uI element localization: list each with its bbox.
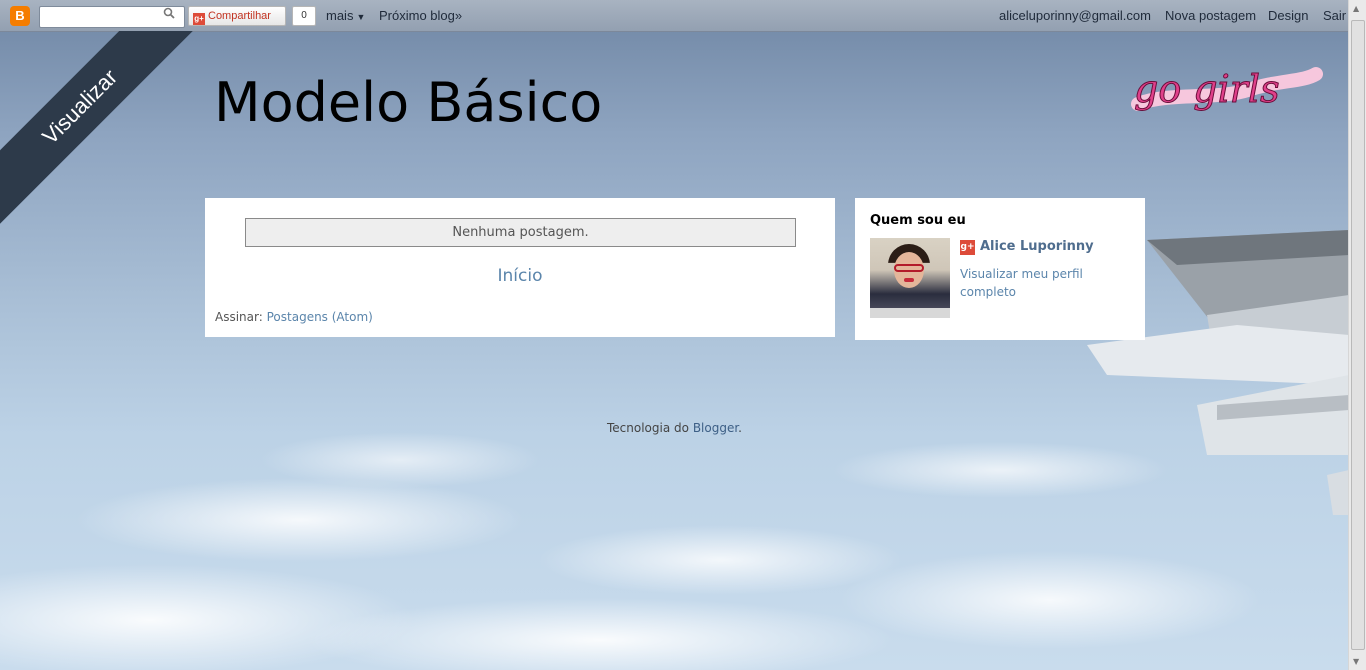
preview-ribbon-label: Visualizar	[0, 31, 205, 232]
footer-attribution: Tecnologia do Blogger.	[0, 421, 1349, 435]
new-post-link[interactable]: Nova postagem	[1165, 8, 1256, 24]
share-button[interactable]: g+ Compartilhar	[188, 6, 286, 26]
share-count: 0	[292, 6, 316, 26]
blogger-link[interactable]: Blogger	[693, 421, 738, 435]
blog-title[interactable]: Modelo Básico	[214, 68, 602, 138]
footer-suffix: .	[738, 421, 742, 435]
design-link[interactable]: Design	[1268, 8, 1308, 24]
home-link[interactable]: Início	[205, 266, 835, 286]
atom-feed-link[interactable]: Postagens (Atom)	[267, 310, 373, 324]
go-girls-logo: go girls	[1131, 67, 1323, 112]
next-blog-link[interactable]: Próximo blog»	[379, 8, 462, 24]
blogger-navbar: B g+ Compartilhar 0 mais ▼ Próximo blog» a…	[0, 0, 1366, 32]
google-plus-icon: g+	[960, 240, 975, 255]
about-me-title: Quem sou eu	[870, 213, 966, 228]
search-icon[interactable]	[160, 7, 178, 23]
no-posts-message: Nenhuma postagem.	[245, 218, 796, 247]
svg-text:go girls: go girls	[1134, 67, 1280, 111]
subscribe-line: Assinar: Postagens (Atom)	[215, 310, 373, 324]
user-email: aliceluporinny@gmail.com	[999, 8, 1151, 23]
blogger-icon[interactable]: B	[10, 6, 30, 26]
about-me-widget: Quem sou eu g+ Alice Luporinny Visualiza…	[855, 198, 1145, 340]
posts-panel: Nenhuma postagem. Início Assinar: Postag…	[205, 198, 835, 337]
profile-name-link[interactable]: Alice Luporinny	[980, 239, 1094, 254]
more-menu[interactable]: mais ▼	[326, 8, 365, 25]
vertical-scrollbar[interactable]: ▲ ▼	[1348, 0, 1366, 670]
scroll-down-icon[interactable]: ▼	[1353, 657, 1359, 666]
chevron-down-icon: ▼	[356, 12, 366, 22]
view-profile-link[interactable]: Visualizar meu perfil completo	[960, 265, 1110, 301]
footer-prefix: Tecnologia do	[607, 421, 689, 435]
sign-out-link[interactable]: Sair	[1323, 8, 1346, 24]
avatar[interactable]	[870, 238, 950, 318]
subscribe-label: Assinar:	[215, 310, 263, 324]
scroll-up-icon[interactable]: ▲	[1353, 4, 1359, 13]
more-label: mais	[326, 8, 354, 23]
preview-ribbon: Visualizar	[0, 31, 240, 271]
share-label: Compartilhar	[208, 10, 271, 22]
scrollbar-thumb[interactable]	[1351, 20, 1365, 650]
google-plus-icon: g+	[193, 13, 205, 25]
